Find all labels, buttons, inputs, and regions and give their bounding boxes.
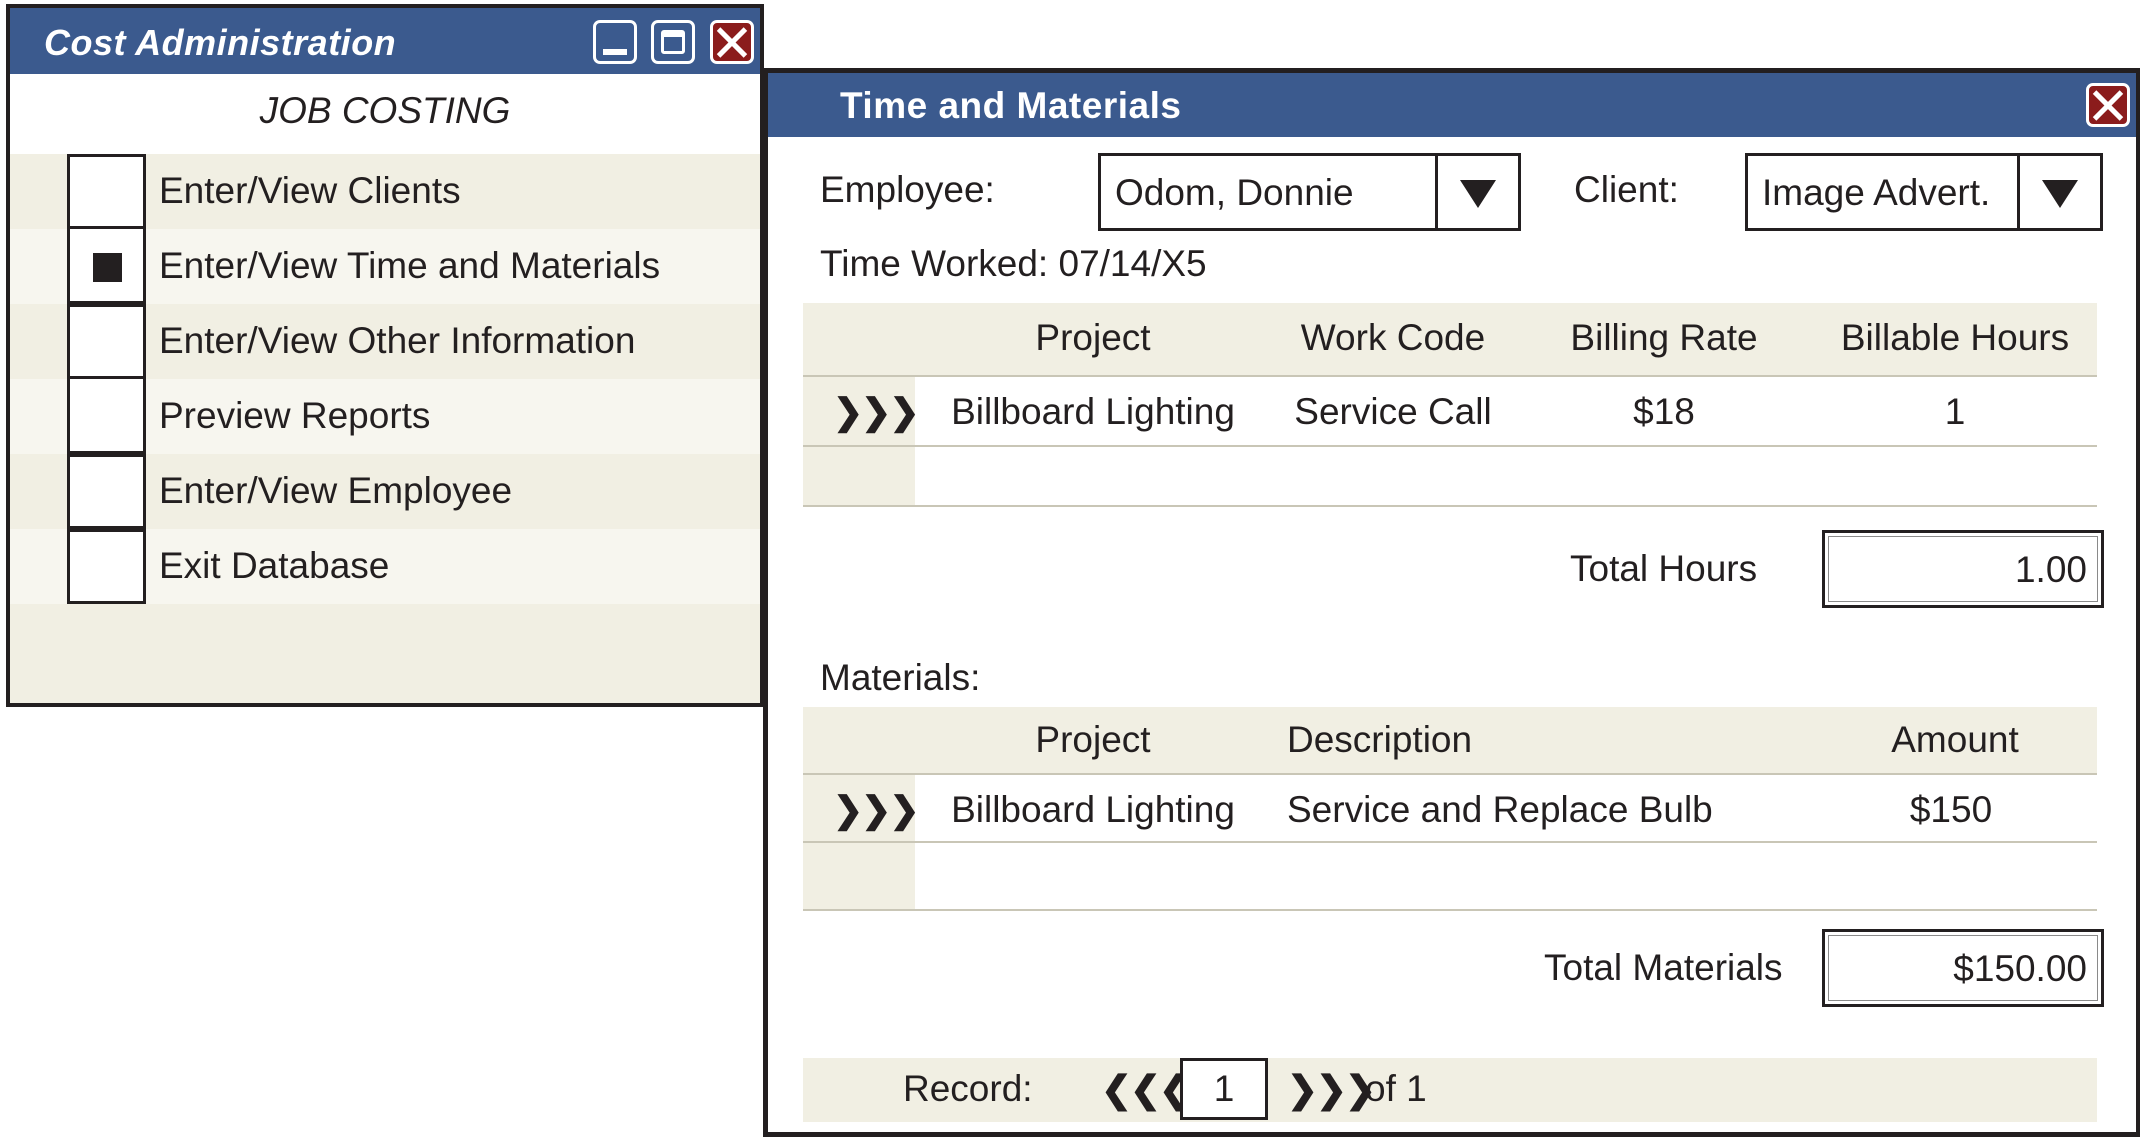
- new-row[interactable]: [803, 447, 2097, 507]
- record-number-input[interactable]: 1: [1180, 1058, 1268, 1120]
- new-row[interactable]: [803, 843, 2097, 911]
- next-record-icon[interactable]: ❯❯❯: [1287, 1068, 1376, 1111]
- window-title: Cost Administration: [44, 22, 397, 63]
- row-selector[interactable]: [803, 843, 915, 909]
- time-worked-label: Time Worked: 07/14/X5: [820, 243, 1207, 284]
- total-materials-value: $150.00: [1953, 948, 2087, 989]
- employee-value: Odom, Donnie: [1115, 172, 1354, 213]
- current-record-arrow-icon: ❯❯❯: [833, 789, 919, 830]
- table-row[interactable]: ❯❯❯ Billboard Lighting Service Call $18 …: [803, 377, 2097, 447]
- column-header: Description: [1287, 719, 1473, 760]
- menu-item-label: Preview Reports: [159, 395, 431, 436]
- client-value: Image Advert.: [1762, 172, 1991, 213]
- menu-item-label: Enter/View Other Information: [159, 320, 636, 361]
- total-hours-field[interactable]: 1.00: [1822, 530, 2104, 608]
- menu-item-label: Enter/View Time and Materials: [159, 245, 661, 286]
- total-materials-field[interactable]: $150.00: [1822, 929, 2104, 1007]
- cost-administration-window: Cost Administration JOB COSTING Enter/Vi…: [6, 4, 764, 707]
- close-button[interactable]: [710, 20, 754, 64]
- client-dropdown-button[interactable]: [2017, 156, 2100, 228]
- table-row[interactable]: ❯❯❯ Billboard Lighting Service and Repla…: [803, 775, 2097, 843]
- total-hours-label: Total Hours: [1570, 548, 1758, 589]
- menu-item-clients[interactable]: Enter/View Clients: [10, 154, 760, 229]
- menu-item-time-and-materials[interactable]: Enter/View Time and Materials: [10, 229, 760, 304]
- record-label: Record:: [903, 1068, 1033, 1109]
- maximize-icon: [661, 30, 685, 54]
- current-record-arrow-icon: ❯❯❯: [833, 391, 919, 432]
- row-selector[interactable]: [803, 447, 915, 505]
- triangle-down-icon: [1460, 180, 1496, 208]
- menu-item-preview-reports[interactable]: Preview Reports: [10, 379, 760, 454]
- column-header: Project: [1035, 317, 1151, 358]
- project-cell[interactable]: Billboard Lighting: [951, 391, 1235, 433]
- column-header: Billable Hours: [1840, 317, 2070, 358]
- menu-checkbox[interactable]: [67, 529, 146, 604]
- column-header: Amount: [1891, 719, 2019, 760]
- menu-checkbox[interactable]: [67, 154, 146, 229]
- client-label: Client:: [1574, 169, 1679, 210]
- time-and-materials-window: Time and Materials Employee: Odom, Donni…: [763, 68, 2140, 1137]
- menu-checkbox[interactable]: [67, 229, 146, 304]
- menu-item-employee[interactable]: Enter/View Employee: [10, 454, 760, 529]
- materials-label: Materials:: [820, 657, 981, 698]
- billing-rate-cell[interactable]: $18: [1633, 391, 1695, 433]
- employee-select[interactable]: Odom, Donnie: [1098, 153, 1521, 231]
- minimize-button[interactable]: [593, 20, 637, 64]
- previous-record-icon[interactable]: ❮❮❮: [1101, 1068, 1190, 1111]
- project-cell[interactable]: Billboard Lighting: [951, 789, 1235, 831]
- menu-item-label: Enter/View Clients: [159, 170, 461, 211]
- record-count: of 1: [1365, 1068, 1427, 1109]
- materials-table-header: Project Description Amount: [803, 707, 2097, 775]
- selected-square-icon: [93, 253, 122, 282]
- billable-hours-cell[interactable]: 1: [1945, 391, 1966, 433]
- row-selector[interactable]: ❯❯❯: [803, 775, 919, 841]
- minimize-icon: [603, 49, 627, 55]
- maximize-button[interactable]: [651, 20, 695, 64]
- job-costing-header: JOB COSTING: [10, 74, 760, 154]
- menu-checkbox[interactable]: [67, 454, 146, 529]
- triangle-down-icon: [2042, 180, 2078, 208]
- total-hours-value: 1.00: [2014, 549, 2087, 590]
- employee-dropdown-button[interactable]: [1435, 156, 1518, 228]
- job-costing-heading: JOB COSTING: [259, 90, 511, 131]
- employee-label: Employee:: [820, 169, 995, 210]
- total-materials-label: Total Materials: [1544, 947, 1783, 988]
- close-button[interactable]: [2086, 83, 2130, 127]
- column-header: Work Code: [1300, 317, 1486, 358]
- window-title: Time and Materials: [840, 85, 1182, 126]
- menu-item-label: Enter/View Employee: [159, 470, 513, 511]
- menu-checkbox[interactable]: [67, 304, 146, 379]
- amount-cell[interactable]: $150: [1910, 789, 1992, 831]
- description-cell[interactable]: Service and Replace Bulb: [1287, 789, 1713, 831]
- column-header: Billing Rate: [1570, 317, 1758, 358]
- menu-item-label: Exit Database: [159, 545, 390, 586]
- menu-item-exit-database[interactable]: Exit Database: [10, 529, 760, 604]
- cost-administration-titlebar[interactable]: Cost Administration: [10, 8, 760, 74]
- client-select[interactable]: Image Advert.: [1745, 153, 2103, 231]
- time-table-header: Project Work Code Billing Rate Billable …: [803, 303, 2097, 377]
- record-navigator: Record: ❮❮❮ 1 ❯❯❯ of 1: [803, 1058, 2097, 1122]
- column-header: Project: [1035, 719, 1151, 760]
- work-code-cell[interactable]: Service Call: [1294, 391, 1491, 433]
- row-selector[interactable]: ❯❯❯: [803, 377, 919, 445]
- menu-item-other-information[interactable]: Enter/View Other Information: [10, 304, 760, 379]
- time-and-materials-titlebar[interactable]: Time and Materials: [768, 73, 2136, 137]
- menu-checkbox[interactable]: [67, 379, 146, 454]
